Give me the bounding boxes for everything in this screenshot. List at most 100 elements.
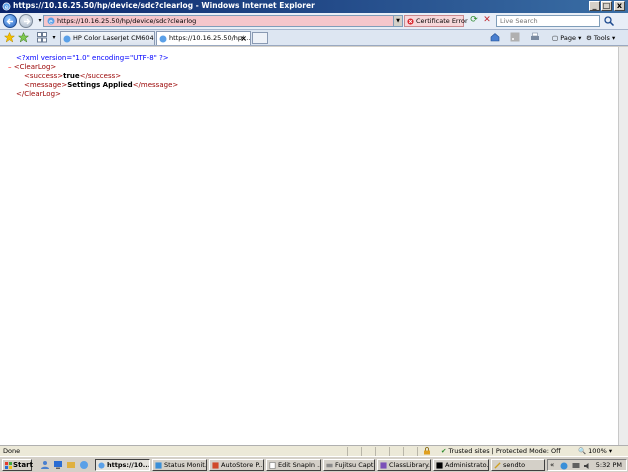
taskbar-item-label: sendto [503,461,526,469]
feeds-icon [510,32,520,42]
tools-menu[interactable]: ⚙ Tools ▾ [586,32,615,44]
taskbar-item[interactable]: sendto [491,459,545,471]
xml-content-area: <?xml version="1.0" encoding="UTF-8" ?> … [0,47,618,445]
start-button[interactable]: Start [2,459,33,471]
svg-text:e: e [5,4,9,11]
back-arrow-icon [6,18,13,25]
page-menu-label: Page [560,34,576,42]
refresh-button[interactable]: ⟳ [468,15,480,27]
success-value: true [63,72,80,80]
collapse-toggle[interactable]: – [8,63,12,71]
autostore-icon [212,462,219,469]
print-button[interactable] [530,32,540,44]
tab-favicon-icon [63,35,71,43]
taskbar-item[interactable]: Status Monit... [152,459,207,471]
address-dropdown-button[interactable]: ▼ [393,16,402,26]
display-icon[interactable] [572,462,580,470]
address-field[interactable]: e ▼ [43,15,403,27]
command-prompt-icon [436,462,443,469]
clearlog-open-tag: <ClearLog> [13,63,57,71]
search-icon[interactable] [603,15,615,27]
close-window-button[interactable]: x [614,1,625,11]
taskbar-item[interactable]: Fujitsu Capt... [323,459,375,471]
network-icon[interactable] [560,462,568,470]
taskbar-item-label: Status Monit... [164,461,207,469]
url-input[interactable] [57,16,387,26]
taskbar-item-label: Administrato... [445,461,489,469]
close-tab-icon[interactable]: × [240,32,247,45]
zoom-control[interactable]: 🔍 100% ▾ [578,446,612,456]
minimize-button[interactable]: _ [589,1,600,11]
vertical-scrollbar[interactable] [618,47,628,445]
taskbar-item-label: Edit SnapIn ... [278,461,321,469]
maximize-button[interactable]: □ [601,1,612,11]
taskbar-item-label: https://10... [107,461,150,469]
tab-clearlog[interactable]: https://10.16.25.50/hp/... × [156,31,251,45]
taskbar-item[interactable]: ClassLibrary... [377,459,431,471]
chevron-down-icon: ▾ [578,34,582,42]
page-favicon-icon: e [47,17,55,25]
tab-favicon-icon [159,35,167,43]
security-zone[interactable]: ✔ Trusted sites | Protected Mode: Off [441,446,561,456]
back-button[interactable] [3,14,17,28]
refresh-icon: ⟳ [470,15,478,25]
forward-button[interactable] [19,14,33,28]
zoom-level: 100% [588,447,607,455]
security-zone-label: Trusted sites | Protected Mode: Off [448,447,561,455]
trusted-check-icon: ✔ [441,447,447,455]
tab-label: HP Color LaserJet CM6040 M... [73,34,154,42]
lock-icon [424,447,430,455]
quick-tabs-icon[interactable] [37,32,47,43]
success-close-tag: </success> [79,72,122,80]
tab-list-dropdown[interactable]: ▾ [48,32,60,44]
message-value: Settings Applied [67,81,133,89]
chevron-down-icon: ▾ [612,34,616,42]
certificate-error-label: Certificate Error [416,17,468,25]
internet-explorer-icon: e [2,2,11,11]
internet-explorer-icon [98,462,105,469]
tab-label: https://10.16.25.50/hp/... [169,34,251,42]
taskbar-item-label: ClassLibrary... [389,461,431,469]
status-panel [361,447,375,456]
scanner-icon [326,463,333,468]
window-title-bar[interactable]: e https://10.16.25.50/hp/device/sdc?clea… [0,0,628,13]
taskbar-item-label: Fujitsu Capt... [335,461,374,469]
taskbar-item[interactable]: AutoStore P... [209,459,264,471]
search-input[interactable] [497,16,599,26]
taskbar-item[interactable]: Edit SnapIn ... [266,459,321,471]
svg-text:e: e [49,19,53,26]
taskbar-item[interactable]: Administrato... [433,459,489,471]
certificate-error-button[interactable]: Certificate Error [404,15,468,27]
add-favorite-icon[interactable] [18,32,29,43]
tray-expand-icon[interactable]: « [550,460,554,471]
quick-launch-user-icon[interactable] [40,460,50,470]
taskbar: Start https://10... Status Monit... Auto… [0,456,628,472]
zoom-icon: 🔍 [578,447,587,455]
search-box[interactable] [496,15,600,27]
quick-launch-ie-icon[interactable] [79,460,89,470]
home-icon [490,33,500,42]
tools-menu-label: Tools [593,34,610,42]
address-toolbar: ▾ e ▼ Certificate Error ⟳ ✕ [0,13,628,30]
clearlog-element: – <ClearLog> [8,63,56,72]
new-tab-button[interactable] [252,32,268,44]
taskbar-item[interactable]: https://10... [95,459,150,471]
xml-declaration: <?xml version="1.0" encoding="UTF-8" ?> [16,54,169,62]
taskbar-item-label: AutoStore P... [221,461,264,469]
tab-hp-printer[interactable]: HP Color LaserJet CM6040 M... [60,31,155,45]
stop-button[interactable]: ✕ [481,15,493,27]
page-menu[interactable]: ▢ Page ▾ [552,32,581,44]
quick-launch-desktop-icon[interactable] [53,460,63,470]
feeds-button[interactable] [510,32,520,44]
home-button[interactable] [490,32,500,44]
clock[interactable]: 5:32 PM [596,460,622,471]
quick-launch-explorer-icon[interactable] [66,460,76,470]
favorites-star-icon[interactable] [4,32,15,43]
message-open-tag: <message> [24,81,68,89]
printer-icon [531,32,539,40]
status-panel [403,447,417,456]
volume-icon[interactable] [583,462,591,470]
system-tray: « 5:32 PM [547,459,627,471]
forward-arrow-icon [24,18,31,25]
status-monitor-icon [155,462,162,469]
